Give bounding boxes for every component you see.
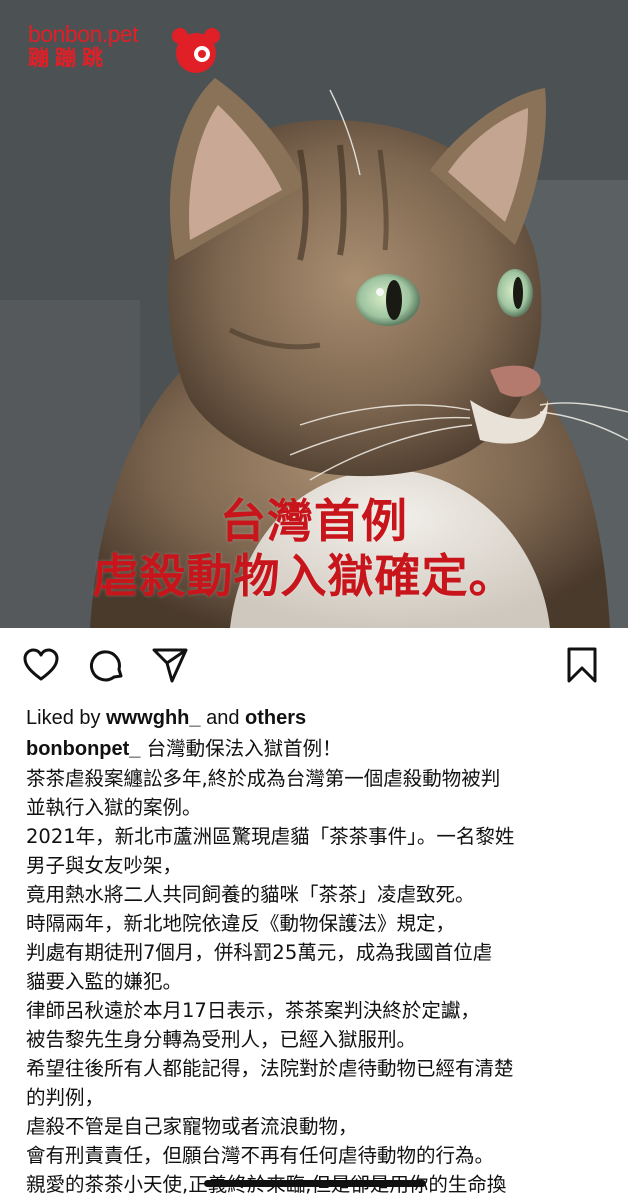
headline-line-2: 虐殺動物入獄確定。: [92, 549, 516, 603]
caption-title: 台灣動保法入獄首例！: [140, 737, 342, 760]
caption-line: 希望往後所有人都能記得，法院對於虐待動物已經有清楚: [26, 1057, 514, 1080]
caption-line: 虐殺不管是自己家寵物或者流浪動物，: [26, 1115, 358, 1138]
likes-prefix: Liked by: [26, 707, 101, 729]
post-caption: Liked by wwwghh_ and others bonbonpet_ 台…: [26, 704, 616, 1200]
caption-line: 並執行入獄的案例。: [26, 796, 202, 819]
liker-username[interactable]: wwwghh_: [106, 707, 200, 729]
comment-icon[interactable]: [88, 646, 126, 684]
heart-icon[interactable]: [22, 646, 60, 684]
caption-first-line: bonbonpet_ 台灣動保法入獄首例！: [26, 734, 616, 764]
caption-line: 的判例，: [26, 1086, 105, 1109]
post-actions-bar: [0, 628, 628, 704]
caption-line: 貓要入監的嫌犯。: [26, 970, 183, 993]
likes-others[interactable]: others: [245, 707, 306, 729]
bear-logo-icon: [172, 28, 220, 73]
caption-line: 竟用熱水將二人共同飼養的貓咪「茶茶」凌虐致死。: [26, 883, 475, 906]
send-icon[interactable]: [151, 646, 189, 684]
likes-summary[interactable]: Liked by wwwghh_ and others: [26, 704, 616, 734]
caption-line: 判處有期徒刑7個月，併科罰25萬元，成為我國首位虐: [26, 941, 493, 964]
caption-username[interactable]: bonbonpet_: [26, 738, 140, 760]
caption-line: 茶茶虐殺案纏訟多年,終於成為台灣第一個虐殺動物被判: [26, 767, 501, 790]
brand-name: bonbon.pet: [28, 21, 139, 47]
post-image[interactable]: bonbon.pet 蹦蹦跳 台灣首例 虐殺動物入獄確定。: [0, 0, 628, 628]
brand-watermark: bonbon.pet 蹦蹦跳: [28, 21, 139, 70]
home-indicator[interactable]: [204, 1180, 426, 1187]
likes-joiner: and: [206, 707, 240, 729]
caption-line: 律師呂秋遠於本月17日表示，茶茶案判決終於定讞，: [26, 999, 480, 1022]
caption-line: 2021年，新北市蘆洲區驚現虐貓「茶茶事件」。一名黎姓: [26, 825, 515, 848]
brand-subtitle: 蹦蹦跳: [28, 46, 109, 70]
caption-line: 男子與女友吵架，: [26, 854, 183, 877]
caption-line: 時隔兩年，新北地院依違反《動物保護法》規定，: [26, 912, 456, 935]
bookmark-icon[interactable]: [563, 646, 601, 684]
caption-line: 被告黎先生身分轉為受刑人，已經入獄服刑。: [26, 1028, 417, 1051]
caption-line: 會有刑責責任，但願台灣不再有任何虐待動物的行為。: [26, 1144, 495, 1167]
